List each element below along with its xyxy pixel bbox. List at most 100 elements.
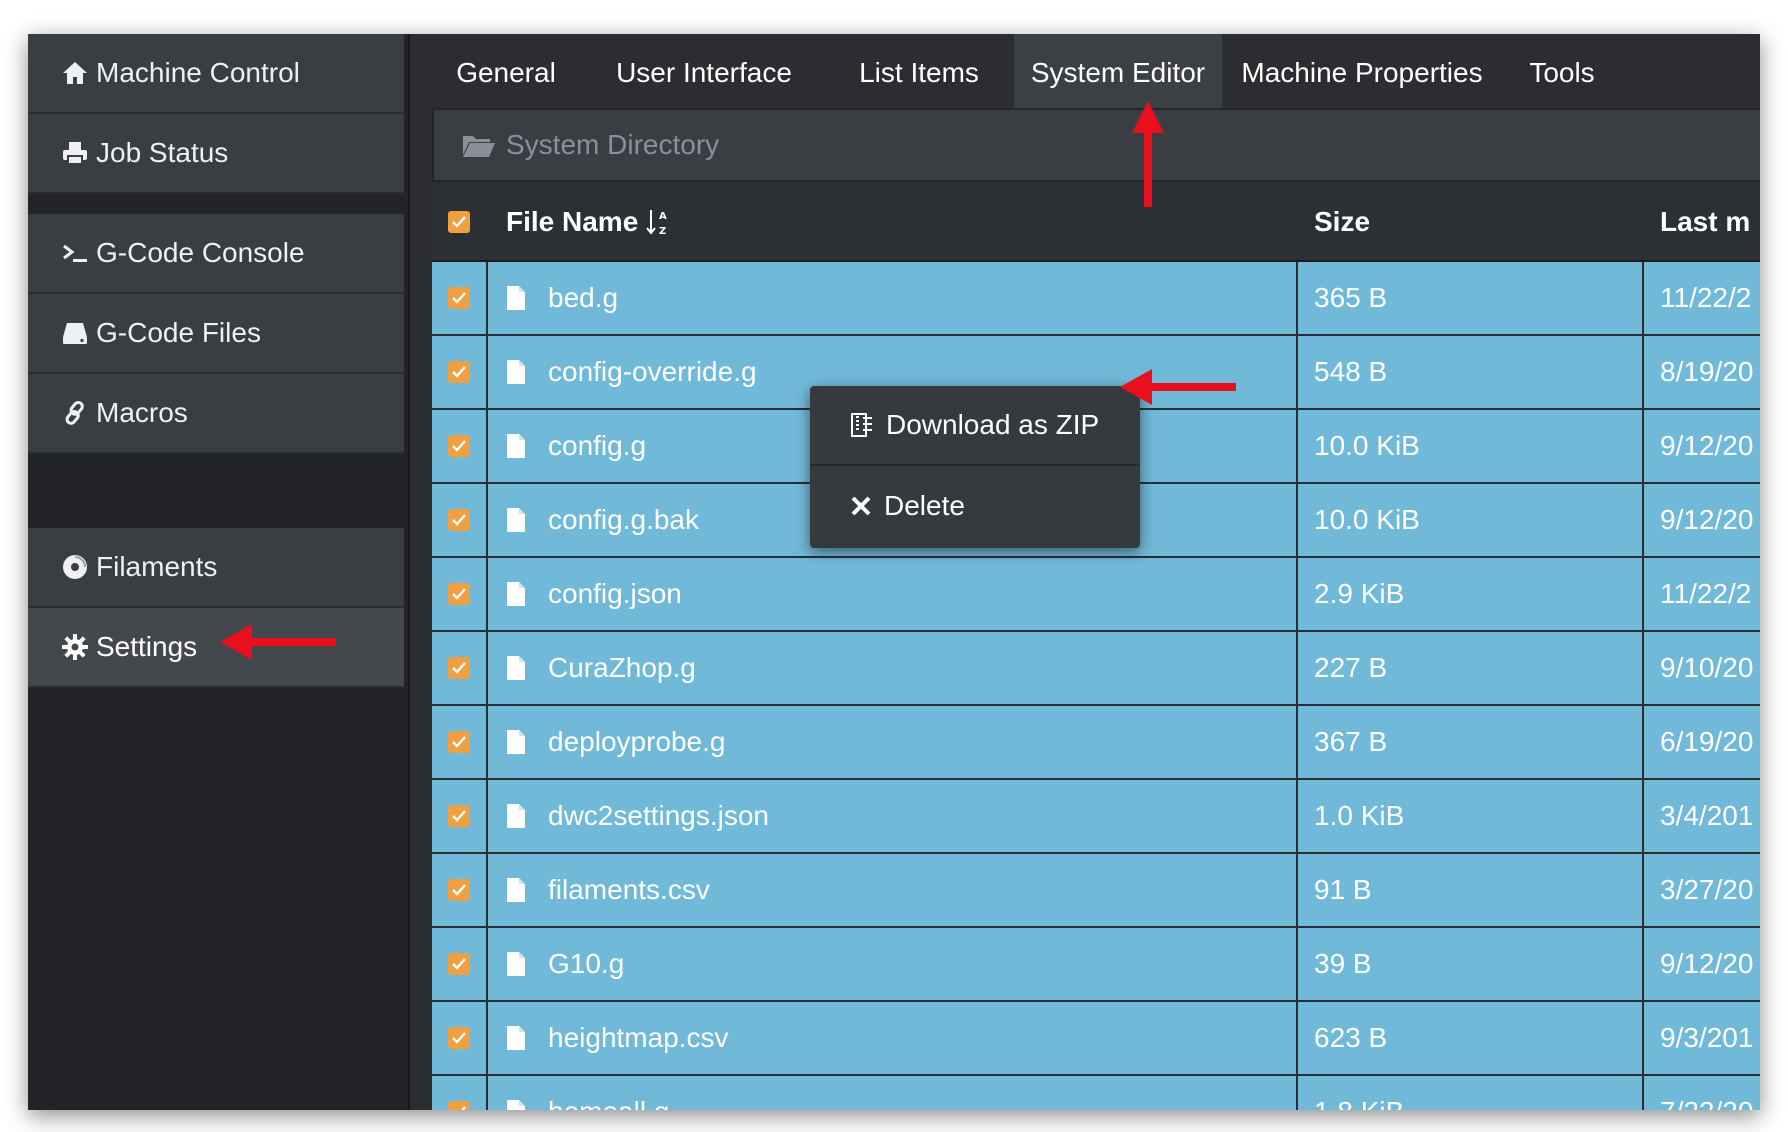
main-panel: General User Interface List Items System… [408,34,1760,1110]
file-name: config-override.g [548,356,757,387]
column-header-file-name[interactable]: File Name AZ [488,184,1298,260]
annotation-arrow-up [1132,101,1164,207]
row-checkbox[interactable] [448,287,470,309]
file-name-cell[interactable]: G10.g [488,928,1298,1000]
sidebar-item-settings[interactable]: Settings [28,608,404,688]
file-size-cell: 623 B [1298,1002,1644,1074]
row-checkbox[interactable] [448,435,470,457]
row-checkbox-cell [432,706,488,778]
tab-user-interface[interactable]: User Interface [584,34,824,112]
tab-label: List Items [859,57,979,88]
tab-machine-properties[interactable]: Machine Properties [1222,34,1502,112]
table-row[interactable]: config.json 2.9 KiB 11/22/2 [432,558,1760,632]
row-checkbox[interactable] [448,509,470,531]
file-name-cell[interactable]: homeall.g [488,1076,1298,1110]
home-icon [58,59,92,87]
file-name-cell[interactable]: config.json [488,558,1298,630]
sidebar-item-gcode-console[interactable]: G-Code Console [28,214,404,294]
file-size: 1.0 KiB [1314,800,1405,831]
row-checkbox[interactable] [448,583,470,605]
table-row[interactable]: bed.g 365 B 11/22/2 [432,262,1760,336]
tab-system-editor[interactable]: System Editor [1014,34,1222,112]
file-name-cell[interactable]: dwc2settings.json [488,780,1298,852]
cd-icon [58,553,92,581]
file-size-cell: 548 B [1298,336,1644,408]
hdd-icon [58,319,92,347]
file-icon [506,803,526,829]
row-checkbox-cell [432,780,488,852]
tab-tools[interactable]: Tools [1502,34,1622,112]
column-header-size[interactable]: Size [1298,184,1644,260]
row-checkbox[interactable] [448,1027,470,1049]
file-size: 623 B [1314,1022,1388,1053]
sidebar-item-filaments[interactable]: Filaments [28,528,404,608]
file-name: heightmap.csv [548,1022,729,1053]
table-row[interactable]: CuraZhop.g 227 B 9/10/20 [432,632,1760,706]
row-checkbox[interactable] [448,805,470,827]
file-icon [506,359,526,385]
column-header-label: File Name [506,206,639,237]
file-date: 3/27/20 [1660,874,1754,905]
file-size-cell: 367 B [1298,706,1644,778]
table-row[interactable]: homeall.g 1.8 KiB 7/22/20 [432,1076,1760,1110]
download-zip-label: Download as ZIP [886,409,1100,440]
delete-menu-item[interactable]: Delete [810,466,1140,546]
sidebar-item-label: Settings [96,631,198,662]
sidebar-item-machine-control[interactable]: Machine Control [28,34,404,114]
svg-text:A: A [659,211,667,222]
file-icon [506,877,526,903]
file-name-cell[interactable]: CuraZhop.g [488,632,1298,704]
file-name-cell[interactable]: heightmap.csv [488,1002,1298,1074]
column-header-last-modified[interactable]: Last m [1644,184,1760,260]
link-icon [58,399,92,427]
directory-breadcrumb[interactable]: System Directory [432,108,1760,182]
file-size: 548 B [1314,356,1388,387]
tab-label: Tools [1529,57,1595,88]
directory-label: System Directory [506,129,720,160]
row-checkbox[interactable] [448,1101,470,1110]
tab-general[interactable]: General [428,34,584,112]
table-row[interactable]: dwc2settings.json 1.0 KiB 3/4/201 [432,780,1760,854]
row-checkbox[interactable] [448,657,470,679]
file-name-cell[interactable]: deployprobe.g [488,706,1298,778]
tab-list-items[interactable]: List Items [824,34,1014,112]
file-name: CuraZhop.g [548,652,696,683]
file-name: G10.g [548,948,625,979]
file-date-cell: 9/10/20 [1644,632,1760,704]
table-row[interactable]: deployprobe.g 367 B 6/19/20 [432,706,1760,780]
row-checkbox-cell [432,928,488,1000]
file-size-cell: 2.9 KiB [1298,558,1644,630]
file-size: 227 B [1314,652,1388,683]
table-row[interactable]: heightmap.csv 623 B 9/3/201 [432,1002,1760,1076]
table-row[interactable]: filaments.csv 91 B 3/27/20 [432,854,1760,928]
file-size: 2.9 KiB [1314,578,1405,609]
sidebar-item-macros[interactable]: Macros [28,374,404,454]
row-checkbox[interactable] [448,361,470,383]
app-window: Machine Control Job Status G-Code Consol… [28,34,1760,1110]
file-name-cell[interactable]: bed.g [488,262,1298,334]
zip-file-icon [850,412,874,438]
file-icon [506,433,526,459]
file-size: 91 B [1314,874,1372,905]
row-checkbox[interactable] [448,731,470,753]
file-date-cell: 6/19/20 [1644,706,1760,778]
file-size: 367 B [1314,726,1388,757]
select-all-checkbox[interactable] [448,211,470,233]
file-size-cell: 365 B [1298,262,1644,334]
file-size: 39 B [1314,948,1372,979]
row-checkbox[interactable] [448,879,470,901]
download-zip-menu-item[interactable]: Download as ZIP [810,386,1140,466]
sidebar-group-settings: Filaments Settings [28,528,404,688]
file-size: 10.0 KiB [1314,504,1420,535]
sidebar-item-label: Macros [96,397,188,428]
file-name-cell[interactable]: filaments.csv [488,854,1298,926]
file-date-cell: 9/12/20 [1644,928,1760,1000]
sidebar-item-job-status[interactable]: Job Status [28,114,404,194]
file-icon [506,951,526,977]
table-row[interactable]: G10.g 39 B 9/12/20 [432,928,1760,1002]
file-name: deployprobe.g [548,726,726,757]
row-checkbox[interactable] [448,953,470,975]
sort-alpha-icon: AZ [646,207,670,237]
sidebar-item-gcode-files[interactable]: G-Code Files [28,294,404,374]
sidebar-item-label: G-Code Files [96,317,261,348]
